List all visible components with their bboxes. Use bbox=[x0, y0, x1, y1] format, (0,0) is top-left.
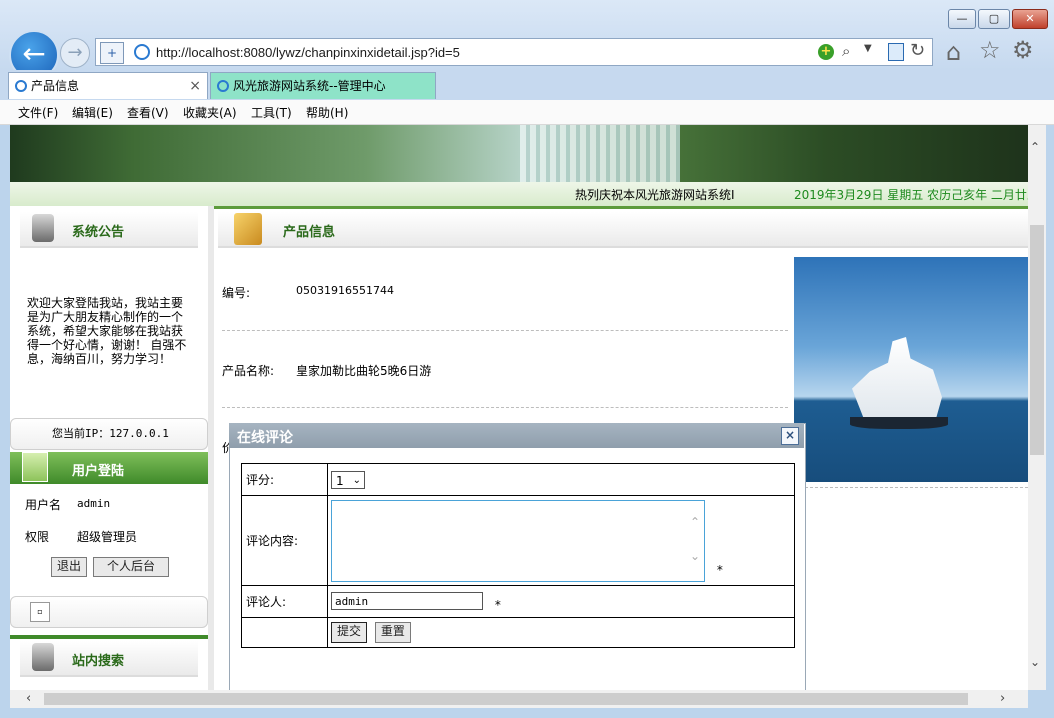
window-close-button[interactable]: ✕ bbox=[1012, 9, 1048, 29]
search-title: 站内搜索 bbox=[72, 654, 125, 669]
rating-value: 1 bbox=[336, 473, 344, 488]
vertical-scroll-thumb[interactable] bbox=[1030, 225, 1044, 455]
refresh-icon[interactable]: ↻ bbox=[910, 40, 925, 61]
dialog-close-icon[interactable]: × bbox=[781, 427, 799, 445]
product-id-label: 编号: bbox=[222, 286, 251, 300]
date-text: 2019年3月29日 星期五 农历己亥年 二月廿三 bbox=[794, 188, 1028, 202]
menu-view[interactable]: 查看(V) bbox=[127, 104, 169, 121]
maximize-button[interactable]: ▢ bbox=[978, 9, 1010, 29]
ie-tab-icon bbox=[217, 80, 229, 92]
submit-button[interactable]: 提交 bbox=[331, 622, 367, 643]
column-gap bbox=[208, 206, 214, 690]
empty-cell bbox=[241, 617, 328, 648]
home-icon[interactable]: ⌂ bbox=[946, 38, 961, 66]
tab-label: 产品信息 bbox=[31, 79, 80, 93]
actions-cell: 提交 重置 bbox=[327, 617, 795, 648]
rating-select[interactable]: 1 ⌄ bbox=[331, 470, 365, 489]
url-text[interactable]: http://localhost:8080/lywz/chanpinxinxid… bbox=[156, 45, 460, 60]
favorites-star-icon[interactable]: ☆ bbox=[979, 36, 1001, 64]
user-icon bbox=[22, 452, 48, 482]
scroll-right-arrow-icon[interactable]: › bbox=[1000, 691, 1005, 706]
row-divider bbox=[222, 407, 788, 408]
required-mark: * bbox=[716, 563, 723, 577]
compat-view-icon[interactable]: + bbox=[818, 44, 834, 60]
notice-title: 系统公告 bbox=[72, 225, 125, 240]
comment-form-table: 评分: 1 ⌄ 评论内容: ⌃ ⌄ * 评论人: admin * 提交 重置 bbox=[241, 463, 795, 648]
ie-tab-icon bbox=[15, 80, 27, 92]
logout-button[interactable]: 退出 bbox=[51, 557, 87, 577]
tab-close-icon[interactable]: × bbox=[189, 73, 201, 99]
folder-icon bbox=[234, 213, 262, 245]
ip-text: 您当前IP：127.0.0.1 bbox=[52, 427, 169, 440]
scroll-down-icon[interactable]: ⌄ bbox=[690, 549, 700, 563]
chevron-down-icon: ⌄ bbox=[352, 474, 361, 486]
reset-button[interactable]: 重置 bbox=[374, 622, 411, 643]
banner-image bbox=[10, 125, 1028, 182]
menu-file[interactable]: 文件(F) bbox=[18, 104, 58, 121]
forward-icon[interactable]: → bbox=[60, 38, 90, 68]
ship-shape bbox=[852, 337, 942, 423]
author-cell: admin * bbox=[327, 585, 795, 618]
waterfall-graphic bbox=[520, 125, 680, 182]
menu-edit[interactable]: 编辑(E) bbox=[72, 104, 113, 121]
product-header bbox=[218, 212, 1028, 248]
rating-label: 评分: bbox=[241, 463, 328, 496]
username-label: 用户名 bbox=[25, 498, 62, 512]
menu-tools[interactable]: 工具(T) bbox=[251, 104, 292, 121]
page-icon[interactable] bbox=[888, 43, 904, 61]
cruise-ship-photo bbox=[794, 257, 1028, 482]
author-input[interactable]: admin bbox=[331, 591, 483, 610]
search-field[interactable]: ▫ bbox=[30, 602, 50, 622]
horizontal-scrollbar[interactable]: ‹ › bbox=[10, 690, 1028, 708]
tab-label: 风光旅游网站系统--管理中心 bbox=[233, 79, 386, 93]
backend-button[interactable]: 个人后台 bbox=[93, 557, 169, 577]
menu-help[interactable]: 帮助(H) bbox=[306, 104, 348, 121]
search-icon[interactable]: ⌕ bbox=[842, 42, 850, 60]
scroll-down-arrow-icon[interactable]: ⌄ bbox=[1030, 655, 1040, 669]
comment-dialog-title: 在线评论 bbox=[237, 430, 293, 446]
login-title: 用户登陆 bbox=[72, 464, 125, 479]
scroll-left-arrow-icon[interactable]: ‹ bbox=[26, 691, 31, 706]
security-shield-icon[interactable]: + bbox=[100, 42, 124, 64]
ship-hull bbox=[850, 417, 948, 429]
tab-admin-center[interactable]: 风光旅游网站系统--管理中心 bbox=[210, 72, 436, 99]
speaker-icon bbox=[32, 643, 54, 671]
username-value: admin bbox=[77, 497, 111, 510]
marquee-text: 热列庆祝本风光旅游网站系统I bbox=[575, 188, 735, 202]
row-divider bbox=[800, 487, 1028, 488]
horizontal-scroll-thumb[interactable] bbox=[44, 693, 968, 705]
comment-dialog-header bbox=[229, 423, 804, 448]
minimize-button[interactable]: — bbox=[948, 9, 976, 29]
dropdown-arrow-icon[interactable]: ▼ bbox=[864, 43, 872, 54]
vertical-scrollbar[interactable]: ⌃ ⌄ bbox=[1028, 125, 1046, 690]
scroll-up-arrow-icon[interactable]: ⌃ bbox=[1030, 140, 1040, 154]
author-label: 评论人: bbox=[241, 585, 328, 618]
speaker-icon bbox=[32, 214, 54, 242]
row-divider bbox=[222, 330, 788, 331]
role-value: 超级管理员 bbox=[77, 530, 138, 544]
role-label: 权限 bbox=[25, 530, 50, 544]
product-name-value: 皇家加勒比曲轮5晚6日游 bbox=[296, 364, 432, 378]
ie-page-icon bbox=[134, 44, 150, 60]
settings-gear-icon[interactable]: ⚙ bbox=[1012, 36, 1034, 64]
scroll-up-icon[interactable]: ⌃ bbox=[690, 515, 700, 529]
rating-cell: 1 ⌄ bbox=[327, 463, 795, 496]
menu-favorites[interactable]: 收藏夹(A) bbox=[183, 104, 237, 121]
product-section-title: 产品信息 bbox=[283, 225, 336, 240]
content-cell: ⌃ ⌄ * bbox=[327, 495, 795, 586]
content-label: 评论内容: bbox=[241, 495, 328, 586]
product-id-value: 05031916551744 bbox=[296, 284, 394, 297]
notice-text: 欢迎大家登陆我站，我站主要是为广大朋友精心制作的一个系统，希望大家能够在我站获得… bbox=[27, 296, 187, 366]
tab-product-info[interactable]: 产品信息 × bbox=[8, 72, 208, 99]
product-name-label: 产品名称: bbox=[222, 364, 275, 378]
search-divider bbox=[10, 635, 208, 639]
address-bar[interactable]: + http://localhost:8080/lywz/chanpinxinx… bbox=[95, 38, 933, 66]
comment-textarea[interactable]: ⌃ ⌄ bbox=[331, 499, 705, 582]
required-mark: * bbox=[494, 597, 501, 612]
